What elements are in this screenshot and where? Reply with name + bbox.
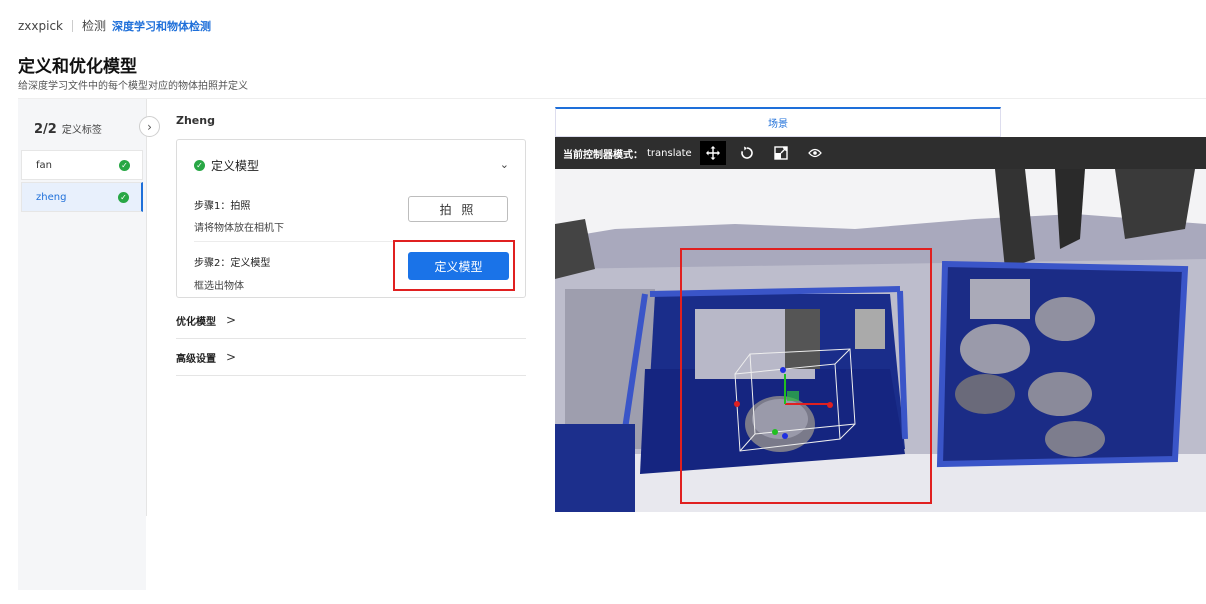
breadcrumb-home[interactable]: zxxpick: [18, 19, 63, 33]
eye-icon[interactable]: [802, 141, 828, 165]
step-header: 2/2 定义标签: [34, 121, 102, 137]
sidebar-item-fan[interactable]: fan ✓: [21, 150, 143, 180]
breadcrumb: zxxpick 检测 深度学习和物体检测: [18, 17, 211, 34]
optimize-model-section[interactable]: 优化模型 >: [176, 302, 526, 339]
rotate-icon[interactable]: [734, 141, 760, 165]
point-cloud-viewport[interactable]: [555, 169, 1206, 512]
tab-scene[interactable]: 场景: [555, 107, 1001, 137]
viewer-toolbar: 当前控制器模式： translate: [555, 137, 1206, 169]
object-name: Zheng: [176, 114, 215, 127]
card-title: 定义模型: [211, 159, 260, 173]
chevron-right-icon: >: [226, 313, 237, 327]
step1-description: 请将物体放在相机下: [194, 223, 284, 234]
sidebar-item-label: zheng: [36, 191, 67, 203]
move-icon[interactable]: [699, 141, 726, 165]
collapse-sidebar-button[interactable]: ›: [139, 116, 160, 137]
scale-icon[interactable]: [768, 141, 794, 165]
tab-label: 场景: [768, 119, 788, 130]
step-label: 定义标签: [61, 125, 102, 136]
check-circle-icon: ✓: [194, 160, 205, 171]
header-divider: [18, 98, 1206, 99]
page-title: 定义和优化模型: [18, 57, 137, 77]
take-photo-button[interactable]: 拍 照: [408, 196, 508, 222]
breadcrumb-separator: [72, 19, 73, 32]
sidebar-item-label: fan: [36, 159, 52, 171]
step-count: 2/2: [34, 122, 57, 137]
section-label: 优化模型: [176, 316, 216, 328]
step2-description: 框选出物体: [194, 281, 244, 292]
control-mode-value: translate: [647, 147, 692, 159]
sidebar-divider: [146, 99, 147, 516]
step2-title: 步骤2：定义模型: [194, 258, 271, 269]
section-label: 高级设置: [176, 353, 216, 365]
control-mode-label: 当前控制器模式：: [563, 149, 643, 161]
highlight-box: [393, 240, 515, 291]
chevron-down-icon[interactable]: ⌄: [500, 158, 509, 171]
sidebar-item-zheng[interactable]: zheng ✓: [21, 182, 143, 212]
breadcrumb-section[interactable]: 检测: [82, 17, 106, 34]
chevron-right-icon: >: [226, 350, 237, 364]
step1-title: 步骤1：拍照: [194, 201, 251, 212]
advanced-settings-section[interactable]: 高级设置 >: [176, 339, 526, 376]
label-sidebar: 2/2 定义标签 fan ✓ zheng ✓: [18, 99, 146, 590]
card-header[interactable]: ✓ 定义模型: [194, 157, 259, 174]
breadcrumb-current: 深度学习和物体检测: [112, 19, 212, 33]
check-circle-icon: ✓: [119, 159, 130, 171]
page-subtitle: 给深度学习文件中的每个模型对应的物体拍照并定义: [18, 81, 248, 92]
point-cloud-scene: [555, 169, 1206, 512]
chevron-right-icon: ›: [147, 119, 152, 134]
check-circle-icon: ✓: [118, 191, 129, 203]
